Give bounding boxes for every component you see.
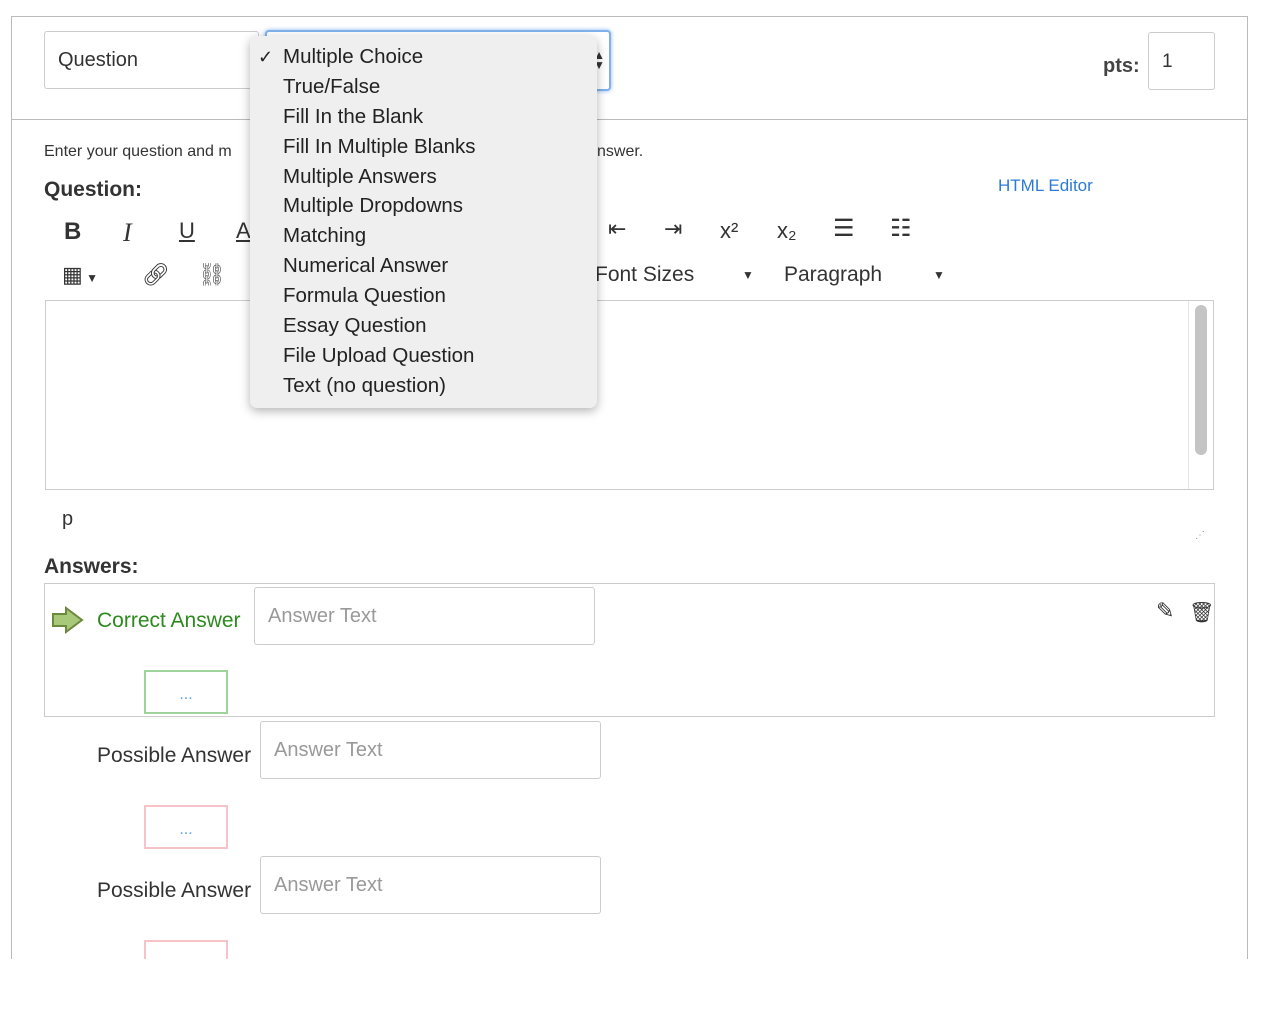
menu-item-essay-question[interactable]: Essay Question <box>250 311 597 341</box>
caret-down-icon: ▼ <box>82 271 99 285</box>
checkmark-icon: ✓ <box>258 47 274 67</box>
outdent-icon[interactable]: ⇤ <box>608 216 626 242</box>
menu-item-true-false[interactable]: True/False <box>250 72 597 102</box>
unlink-icon[interactable]: ⛓︎ <box>198 262 226 288</box>
table-icon[interactable]: ▦ ▼ <box>62 262 98 288</box>
answer-text-input[interactable]: Answer Text <box>260 721 601 779</box>
question-label: Question: <box>44 178 142 201</box>
correct-answer-label: Correct Answer <box>97 609 241 632</box>
edit-pencil-icon[interactable]: ✎ <box>1156 598 1174 624</box>
menu-item-matching[interactable]: Matching <box>250 221 597 251</box>
subscript-button[interactable]: x₂ <box>777 218 797 244</box>
question-name-input[interactable]: Question <box>44 31 259 89</box>
points-input[interactable]: 1 <box>1148 32 1215 90</box>
menu-item-multiple-choice[interactable]: ✓ Multiple Choice <box>250 42 597 72</box>
menu-item-fill-multiple-blanks[interactable]: Fill In Multiple Blanks <box>250 132 597 162</box>
superscript-button[interactable]: x² <box>720 218 738 244</box>
italic-button[interactable]: I <box>123 218 132 248</box>
scrollbar-thumb[interactable] <box>1195 305 1207 455</box>
points-label: pts: <box>1103 55 1140 77</box>
instructions-text: Enter your question and m <box>44 143 232 160</box>
element-path: p <box>62 508 74 530</box>
menu-item-multiple-answers[interactable]: Multiple Answers <box>250 162 597 192</box>
answer-comment-button[interactable]: ... <box>144 670 228 714</box>
bold-button[interactable]: B <box>64 218 81 246</box>
numbered-list-icon[interactable]: ☷ <box>890 214 912 243</box>
question-rich-text-area[interactable] <box>45 300 1214 490</box>
header-divider <box>11 119 1248 120</box>
link-icon[interactable]: 🔗︎ <box>142 262 170 288</box>
caret-down-icon: ▼ <box>742 268 754 282</box>
correct-answer-arrow-icon[interactable] <box>51 605 85 635</box>
possible-answer-label: Possible Answer <box>97 879 252 902</box>
paragraph-dropdown[interactable]: Paragraph <box>784 263 882 287</box>
question-type-dropdown-menu: ✓ Multiple Choice True/False Fill In the … <box>250 36 597 408</box>
answers-label: Answers: <box>44 555 139 578</box>
bullet-list-icon[interactable]: ☰ <box>833 214 855 243</box>
menu-item-formula-question[interactable]: Formula Question <box>250 281 597 311</box>
caret-down-icon: ▼ <box>933 268 945 282</box>
html-editor-link[interactable]: HTML Editor <box>998 176 1093 196</box>
trash-icon[interactable]: 🗑︎ <box>1189 600 1214 625</box>
menu-item-file-upload[interactable]: File Upload Question <box>250 341 597 371</box>
font-sizes-dropdown[interactable]: Font Sizes <box>595 263 694 287</box>
resize-handle-icon[interactable]: ⋰ <box>1195 530 1205 541</box>
menu-item-multiple-dropdowns[interactable]: Multiple Dropdowns <box>250 191 597 221</box>
menu-item-text-no-question[interactable]: Text (no question) <box>250 371 597 401</box>
menu-item-numerical-answer[interactable]: Numerical Answer <box>250 251 597 281</box>
answer-comment-button[interactable]: ... <box>144 805 228 849</box>
font-color-button[interactable]: A <box>236 218 251 244</box>
answer-text-input[interactable]: Answer Text <box>254 587 595 645</box>
possible-answer-label: Possible Answer <box>97 744 252 767</box>
page-bottom <box>0 959 1266 1019</box>
answer-text-input[interactable]: Answer Text <box>260 856 601 914</box>
indent-icon[interactable]: ⇥ <box>664 216 682 242</box>
menu-item-fill-in-blank[interactable]: Fill In the Blank <box>250 102 597 132</box>
underline-button[interactable]: U <box>179 218 195 244</box>
instructions-text-end: nswer. <box>597 143 644 160</box>
